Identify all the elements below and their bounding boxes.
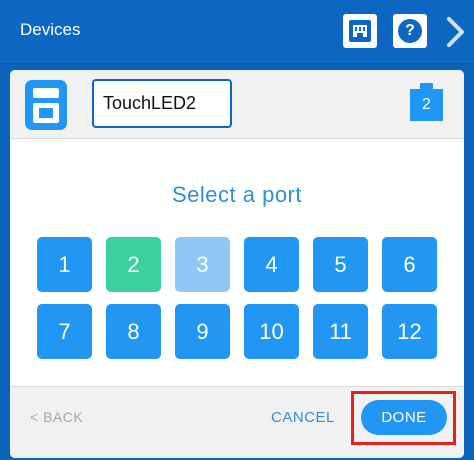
- device-info-button[interactable]: [343, 14, 377, 48]
- page-title: Devices: [20, 20, 81, 39]
- select-port-heading: Select a port: [171, 182, 302, 207]
- port-button-7[interactable]: 7: [37, 304, 92, 359]
- port-button-11[interactable]: 11: [313, 304, 368, 359]
- touchled-device-icon: [25, 80, 67, 130]
- cancel-button[interactable]: CANCEL: [271, 409, 335, 426]
- port-grid: 1 2 3 4 5 6 7 8 9 10 11 12: [37, 237, 437, 359]
- device-name-input[interactable]: [92, 79, 232, 128]
- port-button-9[interactable]: 9: [175, 304, 230, 359]
- back-button[interactable]: < BACK: [30, 409, 83, 425]
- done-button[interactable]: DONE: [361, 400, 447, 435]
- port-badge: 2: [410, 83, 443, 121]
- port-button-10[interactable]: 10: [244, 304, 299, 359]
- port-button-8[interactable]: 8: [106, 304, 161, 359]
- chevron-right-icon[interactable]: [440, 14, 470, 50]
- port-select-dialog: 2 Select a port 1 2 3 4 5 6 7 8 9 10 11 …: [10, 70, 464, 458]
- port-button-2[interactable]: 2: [106, 237, 161, 292]
- port-button-1[interactable]: 1: [37, 237, 92, 292]
- port-button-3: 3: [175, 237, 230, 292]
- port-badge-number: 2: [410, 89, 443, 121]
- dialog-footer: < BACK CANCEL DONE: [10, 386, 464, 458]
- help-icon: ?: [398, 19, 422, 43]
- port-button-12[interactable]: 12: [382, 304, 437, 359]
- port-button-4[interactable]: 4: [244, 237, 299, 292]
- help-button[interactable]: ?: [393, 14, 427, 48]
- device-port-icon: [349, 20, 371, 42]
- top-bar: Devices ?: [0, 0, 474, 64]
- port-button-5[interactable]: 5: [313, 237, 368, 292]
- port-button-6[interactable]: 6: [382, 237, 437, 292]
- dialog-header: 2: [10, 70, 464, 139]
